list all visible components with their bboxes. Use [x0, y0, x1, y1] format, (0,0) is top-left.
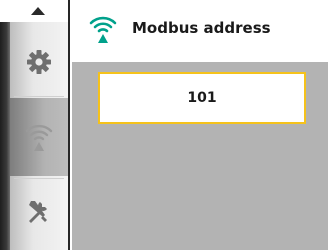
- gear-icon: [27, 50, 51, 74]
- wifi-signal-icon: [25, 124, 53, 151]
- header: Modbus address: [72, 0, 328, 62]
- sidebar-item-settings[interactable]: [10, 30, 68, 94]
- modbus-address-field[interactable]: 101: [98, 72, 306, 124]
- sidebar-item-service[interactable]: [10, 180, 68, 242]
- chevron-up-icon: [31, 7, 45, 15]
- sidebar-separator: [14, 96, 64, 97]
- modbus-address-screen: Modbus address 101: [0, 0, 328, 250]
- sidebar-item-communication[interactable]: [10, 98, 68, 176]
- modbus-address-value: 101: [187, 90, 217, 106]
- page-title: Modbus address: [132, 19, 271, 37]
- scroll-up-button[interactable]: [26, 4, 50, 18]
- header-wifi-icon: [88, 12, 118, 46]
- wrench-screwdriver-icon: [29, 201, 47, 223]
- wifi-signal-icon: [89, 16, 117, 43]
- sidebar-separator: [14, 178, 64, 179]
- sidebar: [0, 0, 70, 250]
- content-area: 101: [72, 62, 328, 250]
- sidebar-divider: [68, 0, 70, 250]
